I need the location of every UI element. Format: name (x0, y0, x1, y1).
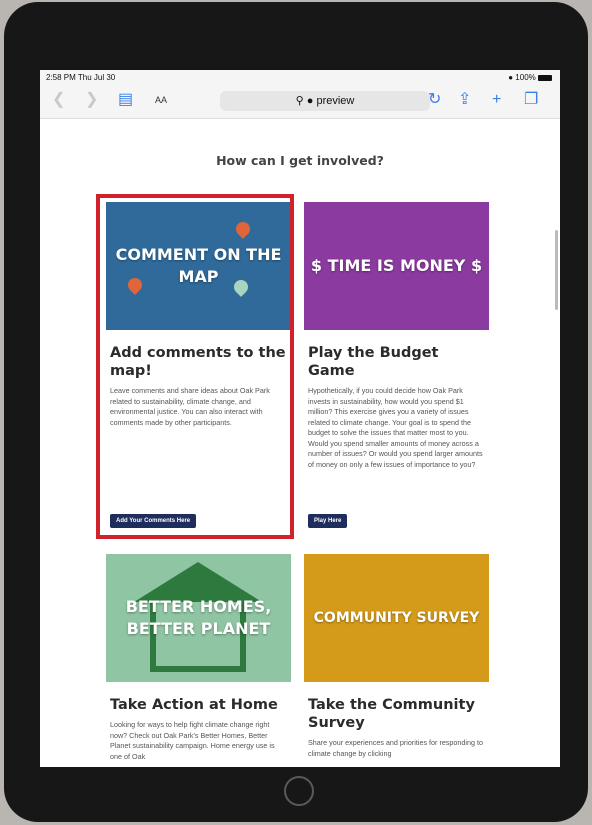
card-title: Take Action at Home (110, 697, 278, 713)
address-bar[interactable]: ⚲ ● preview (220, 91, 430, 111)
share-icon[interactable]: ⇪ (458, 91, 471, 109)
back-icon[interactable]: ❮ (52, 91, 65, 109)
card-image-budget[interactable]: $ TIME IS MONEY $ (304, 202, 489, 330)
card-image-text: COMMENT ON THE MAP (115, 245, 282, 286)
card-image-survey[interactable]: COMMUNITY SURVEY (304, 554, 489, 682)
status-bar: 2:58 PM Thu Jul 30 ● 100% (40, 70, 560, 84)
home-button[interactable] (284, 776, 314, 806)
browser-toolbar: ❮ ❯ ▤ AA ⚲ ● preview ↻ ⇪ + ❐ (40, 84, 560, 119)
scrollbar[interactable] (555, 230, 558, 310)
card-image-homes[interactable]: BETTER HOMES, BETTER PLANET (106, 554, 291, 682)
lock-icon: ● (306, 95, 314, 107)
bookmarks-icon[interactable]: ▤ (118, 91, 133, 109)
card-image-text: $ TIME IS MONEY $ (310, 256, 483, 275)
card-description: Hypothetically, if you could decide how … (308, 386, 483, 469)
new-tab-icon[interactable]: + (492, 91, 501, 109)
battery-indicator: ● 100% (508, 73, 552, 82)
wifi-icon: ● (508, 73, 514, 82)
text-size-button[interactable]: AA (155, 95, 167, 105)
card-image-text: BETTER HOMES, BETTER PLANET (125, 597, 272, 638)
card-budget-game: $ TIME IS MONEY $ Play the Budget Game H… (304, 202, 489, 532)
battery-label: 100% (515, 73, 536, 82)
play-here-button[interactable]: Play Here (308, 514, 348, 528)
url-text: preview (316, 95, 355, 107)
card-title: Play the Budget Game (308, 345, 439, 379)
forward-icon[interactable]: ❯ (85, 91, 98, 109)
card-description: Share your experiences and priorities fo… (308, 738, 483, 758)
search-icon: ⚲ (295, 95, 304, 107)
status-time: 2:58 PM Thu Jul 30 (46, 73, 116, 82)
card-image-text: COMMUNITY SURVEY (313, 610, 480, 626)
card-title: Take the Community Survey (308, 697, 475, 731)
card-community-survey: COMMUNITY SURVEY Take the Community Surv… (304, 554, 489, 767)
battery-icon (538, 74, 552, 81)
reload-icon[interactable]: ↻ (428, 91, 441, 109)
tablet-screen: 2:58 PM Thu Jul 30 ● 100% ❮ ❯ ▤ AA ⚲ ● p… (40, 70, 560, 767)
card-better-homes: BETTER HOMES, BETTER PLANET Take Action … (106, 554, 291, 767)
tabs-icon[interactable]: ❐ (524, 91, 538, 109)
page-heading: How can I get involved? (216, 153, 384, 168)
card-description: Looking for ways to help fight climate c… (110, 720, 275, 761)
